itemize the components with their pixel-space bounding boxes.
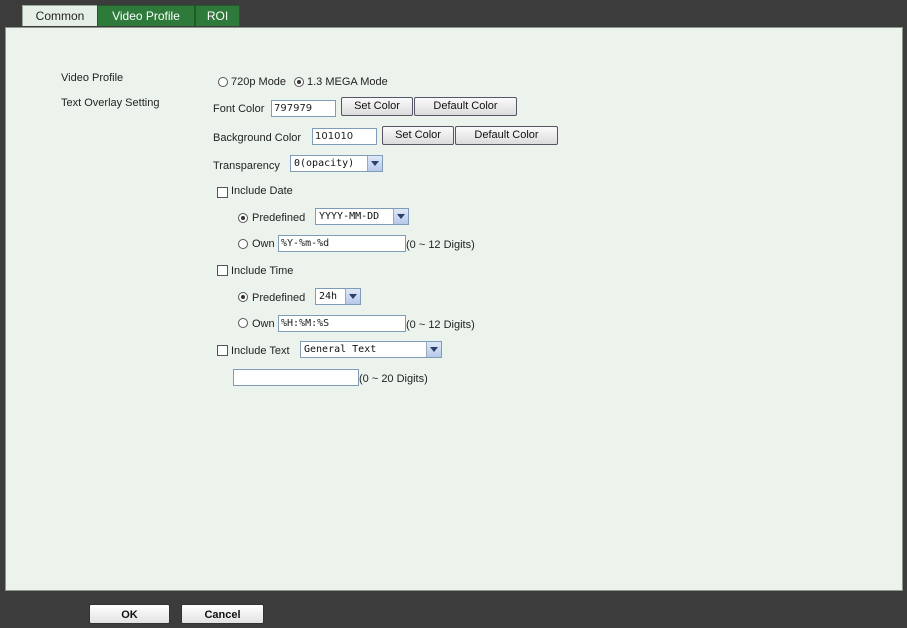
include-text-checkbox[interactable] xyxy=(217,345,228,356)
time-own-input[interactable] xyxy=(278,315,406,332)
chevron-down-icon xyxy=(345,289,360,304)
transparency-select[interactable]: 0(opacity) xyxy=(290,155,383,172)
date-format-select[interactable]: YYYY-MM-DD xyxy=(315,208,409,225)
background-default-color-button[interactable]: Default Color xyxy=(455,126,558,145)
font-color-label: Font Color xyxy=(213,103,265,115)
date-predefined-label: Predefined xyxy=(252,212,306,224)
time-own-hint: (0 ~ 12 Digits) xyxy=(406,319,475,331)
include-date-label: Include Date xyxy=(231,185,293,197)
time-format-select[interactable]: 24h xyxy=(315,288,361,305)
background-color-label: Background Color xyxy=(213,132,302,144)
font-set-color-button[interactable]: Set Color xyxy=(341,97,413,116)
date-own-radio[interactable] xyxy=(238,239,248,249)
transparency-value: 0(opacity) xyxy=(294,158,355,169)
time-predefined-radio[interactable] xyxy=(238,292,248,302)
chevron-down-icon xyxy=(426,342,441,357)
tab-bar: Common Video Profile ROI xyxy=(0,0,907,28)
text-overlay-label: Text Overlay Setting xyxy=(61,97,160,109)
include-text-label: Include Text xyxy=(231,345,290,357)
video-profile-label: Video Profile xyxy=(61,72,124,84)
tab-common[interactable]: Common xyxy=(22,5,98,26)
ok-button[interactable]: OK xyxy=(89,604,170,624)
include-time-checkbox[interactable] xyxy=(217,265,228,276)
chevron-down-icon xyxy=(367,156,382,171)
include-time-label: Include Time xyxy=(231,265,294,277)
include-date-checkbox[interactable] xyxy=(217,187,228,198)
radio-720p-label: 720p Mode xyxy=(231,76,287,88)
background-set-color-button[interactable]: Set Color xyxy=(382,126,454,145)
radio-720p-mode[interactable] xyxy=(218,77,228,87)
transparency-label: Transparency xyxy=(213,160,280,172)
settings-panel: Video Profile 720p Mode 1.3 MEGA Mode Te… xyxy=(5,27,903,591)
include-text-hint: (0 ~ 20 Digits) xyxy=(359,373,428,385)
time-own-radio[interactable] xyxy=(238,318,248,328)
font-default-color-button[interactable]: Default Color xyxy=(414,97,517,116)
radio-mega-mode[interactable] xyxy=(294,77,304,87)
tab-roi[interactable]: ROI xyxy=(195,5,240,26)
date-predefined-radio[interactable] xyxy=(238,213,248,223)
date-own-input[interactable] xyxy=(278,235,406,252)
text-type-value: General Text xyxy=(304,344,377,355)
time-own-label: Own xyxy=(252,318,275,330)
text-type-select[interactable]: General Text xyxy=(300,341,442,358)
date-own-label: Own xyxy=(252,238,275,250)
include-text-input[interactable] xyxy=(233,369,359,386)
date-format-value: YYYY-MM-DD xyxy=(319,211,380,222)
chevron-down-icon xyxy=(393,209,408,224)
tab-video-profile[interactable]: Video Profile xyxy=(97,5,195,26)
cancel-button[interactable]: Cancel xyxy=(181,604,264,624)
radio-mega-label: 1.3 MEGA Mode xyxy=(307,76,388,88)
time-predefined-label: Predefined xyxy=(252,292,306,304)
background-color-input[interactable] xyxy=(312,128,377,145)
time-format-value: 24h xyxy=(319,291,338,302)
date-own-hint: (0 ~ 12 Digits) xyxy=(406,239,475,251)
font-color-input[interactable] xyxy=(271,100,336,117)
